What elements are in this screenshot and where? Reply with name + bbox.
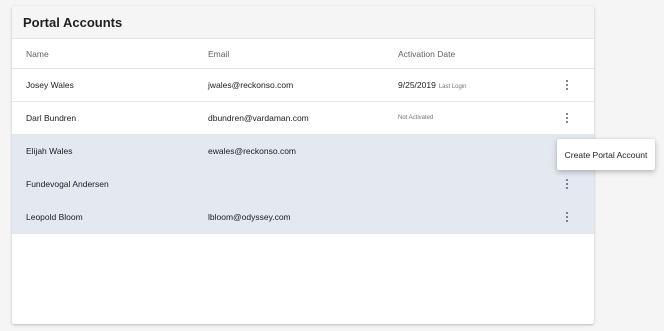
row-name: Elijah Wales (26, 146, 73, 156)
row-email: dbundren@vardaman.com (208, 113, 309, 123)
table-row[interactable]: Darl Bundren dbundren@vardaman.com Not A… (12, 102, 594, 135)
table-row[interactable]: Elijah Wales ewales@reckonso.com (12, 135, 594, 168)
row-name: Darl Bundren (26, 113, 77, 123)
card-header: Portal Accounts (12, 6, 594, 39)
portal-accounts-card: Portal Accounts Name Email Activation Da… (12, 6, 594, 324)
column-header-email[interactable]: Email (208, 49, 398, 59)
row-name: Leopold Bloom (26, 212, 83, 222)
activation-date: 9/25/2019 (398, 80, 436, 90)
row-email: jwales@reckonso.com (208, 80, 294, 90)
table-header: Name Email Activation Date (12, 39, 594, 69)
row-activation: 9/25/2019 Last Login (398, 80, 548, 90)
more-vert-icon[interactable] (562, 78, 572, 92)
more-vert-icon[interactable] (562, 177, 572, 191)
table-row[interactable]: Leopold Bloom lbloom@odyssey.com (12, 201, 594, 234)
column-header-activation-date[interactable]: Activation Date (398, 49, 548, 59)
more-vert-icon[interactable] (562, 210, 572, 224)
row-email: ewales@reckonso.com (208, 146, 296, 156)
activation-status: Not Activated (398, 115, 434, 121)
activation-status: Last Login (438, 84, 467, 90)
row-activation: Not Activated (398, 115, 548, 121)
row-email: lbloom@odyssey.com (208, 212, 291, 222)
table-row[interactable]: Fundevogal Andersen (12, 168, 594, 201)
table-row[interactable]: Josey Wales jwales@reckonso.com 9/25/201… (12, 69, 594, 102)
create-portal-account-menu-item[interactable]: Create Portal Account (557, 139, 655, 170)
more-vert-icon[interactable] (562, 111, 572, 125)
row-name: Josey Wales (26, 80, 74, 90)
card-title: Portal Accounts (23, 14, 123, 30)
row-name: Fundevogal Andersen (26, 179, 109, 189)
column-header-name[interactable]: Name (12, 49, 208, 59)
